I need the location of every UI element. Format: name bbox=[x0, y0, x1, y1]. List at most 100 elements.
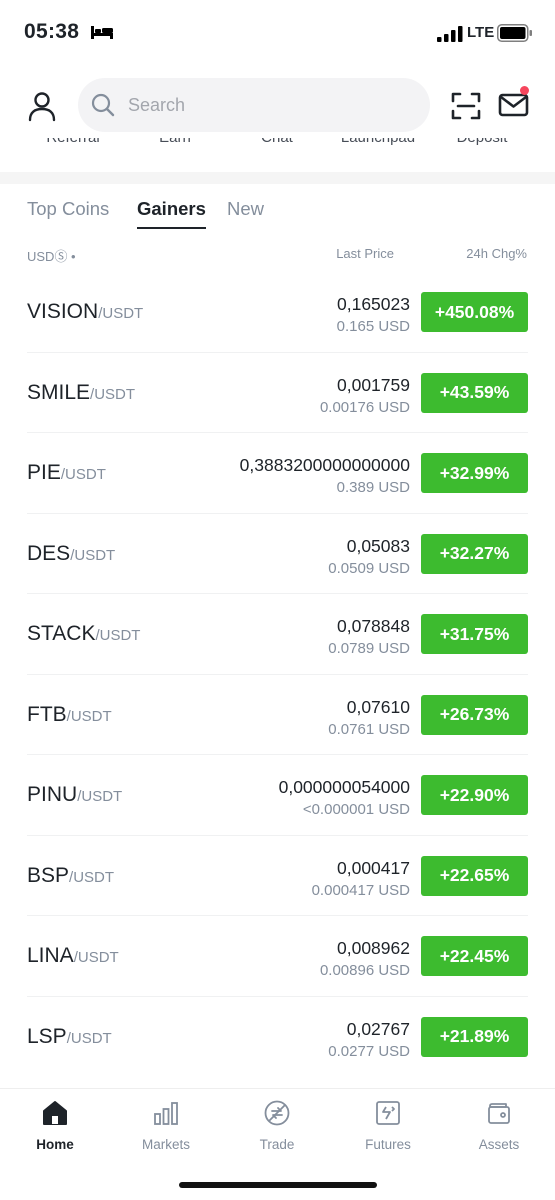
price-usd: 0.0761 USD bbox=[328, 720, 410, 738]
active-tab-indicator bbox=[137, 227, 206, 229]
scan-icon[interactable] bbox=[450, 90, 482, 122]
wallet-icon bbox=[488, 1103, 510, 1124]
pair-quote: /USDT bbox=[95, 627, 141, 644]
nav-label: Trade bbox=[259, 1137, 295, 1152]
home-icon bbox=[43, 1101, 67, 1125]
price-usd: 0.00176 USD bbox=[319, 398, 410, 416]
pair-quote: /USDT bbox=[60, 466, 106, 483]
pair-base: LINA bbox=[27, 944, 74, 967]
change-badge[interactable]: +26.73% bbox=[421, 694, 528, 735]
price-usd: 0.0789 USD bbox=[328, 640, 410, 657]
search-input[interactable] bbox=[128, 78, 418, 132]
change-badge[interactable]: +22.65% bbox=[421, 855, 528, 896]
nav-label: Assets bbox=[478, 1137, 520, 1152]
trading-pair: PIE/USDT bbox=[27, 461, 106, 485]
tab-gainers-label: Gainers bbox=[137, 198, 206, 219]
change-header[interactable]: 24h Chg% bbox=[466, 246, 527, 261]
market-row[interactable]: LINA/USDT 0,008962 0.00896 USD +22.45% bbox=[0, 916, 555, 997]
trading-pair: VISION/USDT bbox=[27, 300, 143, 324]
market-row[interactable]: PINU/USDT 0,000000054000 <0.000001 USD +… bbox=[0, 755, 555, 836]
trading-pair: FTB/USDT bbox=[27, 703, 112, 727]
market-row[interactable]: LSP/USDT 0,02767 0.0277 USD +21.89% bbox=[0, 997, 555, 1078]
market-row[interactable]: VISION/USDT 0,165023 0.165 USD +450.08% bbox=[0, 272, 555, 353]
pair-base: BSP bbox=[27, 863, 70, 887]
tab-gainers[interactable]: Gainers bbox=[137, 198, 206, 229]
bed-icon bbox=[91, 26, 113, 39]
last-price: 0,001759 bbox=[337, 374, 410, 395]
pair-base: LSP bbox=[27, 1024, 67, 1048]
price-usd: 0.0277 USD bbox=[328, 1042, 410, 1060]
last-price: 0,05083 bbox=[346, 535, 410, 556]
market-row[interactable]: FTB/USDT 0,07610 0.0761 USD +26.73% bbox=[0, 675, 555, 756]
shortcut-label[interactable]: Referral bbox=[18, 138, 128, 146]
battery-icon bbox=[497, 24, 532, 42]
last-price: 0,078848 bbox=[337, 616, 410, 636]
price-usd: 0.000417 USD bbox=[311, 881, 410, 899]
change-badge[interactable]: +22.90% bbox=[421, 775, 528, 815]
last-price: 0,008962 bbox=[337, 938, 410, 958]
notification-dot bbox=[520, 86, 529, 95]
trading-pair: STACK/USDT bbox=[27, 622, 140, 646]
shortcut-label[interactable]: Deposit bbox=[427, 138, 537, 146]
change-badge[interactable]: +21.89% bbox=[421, 1016, 528, 1057]
market-row[interactable]: BSP/USDT 0,000417 0.000417 USD +22.65% bbox=[0, 836, 555, 917]
pair-quote: /USDT bbox=[73, 949, 119, 966]
trading-pair: BSP/USDT bbox=[27, 864, 114, 888]
price-usd: 0.389 USD bbox=[336, 479, 410, 496]
nav-label: Home bbox=[36, 1137, 74, 1152]
trading-pair: LSP/USDT bbox=[27, 1025, 112, 1049]
tab-new[interactable]: New bbox=[227, 198, 264, 220]
pair-base: PINU bbox=[27, 783, 78, 806]
nav-home[interactable]: Home bbox=[0, 1099, 110, 1165]
pair-quote: /USDT bbox=[70, 546, 116, 564]
nav-markets[interactable]: Markets bbox=[111, 1099, 221, 1165]
last-price: 0,07610 bbox=[346, 696, 410, 717]
market-row[interactable]: STACK/USDT 0,078848 0.0789 USD +31.75% bbox=[0, 594, 555, 675]
shortcut-label[interactable]: Launchpad bbox=[323, 138, 433, 146]
market-row[interactable]: SMILE/USDT 0,001759 0.00176 USD +43.59% bbox=[0, 353, 555, 434]
change-badge[interactable]: +31.75% bbox=[421, 614, 528, 654]
last-price: 0,02767 bbox=[346, 1018, 410, 1039]
nav-trade[interactable]: Trade bbox=[222, 1099, 332, 1165]
pair-quote: /USDT bbox=[69, 868, 115, 886]
search-bar[interactable] bbox=[78, 78, 430, 132]
change-badge[interactable]: +32.99% bbox=[421, 453, 528, 493]
user-icon[interactable] bbox=[26, 90, 58, 122]
last-price: 0,3883200000000000 bbox=[239, 455, 410, 475]
nav-assets[interactable]: Assets bbox=[444, 1099, 554, 1165]
last-price: 0,165023 bbox=[337, 294, 410, 314]
trading-pair: SMILE/USDT bbox=[27, 381, 135, 405]
shortcut-label[interactable]: Earn bbox=[120, 138, 230, 146]
pair-base: DES bbox=[27, 541, 71, 565]
pair-quote: /USDT bbox=[98, 305, 144, 322]
market-row[interactable]: DES/USDT 0,05083 0.0509 USD +32.27% bbox=[0, 514, 555, 595]
status-time: 05:38 bbox=[24, 20, 80, 43]
market-list: VISION/USDT 0,165023 0.165 USD +450.08% … bbox=[0, 272, 555, 1077]
trading-pair: LINA/USDT bbox=[27, 944, 119, 968]
price-usd: 0.00896 USD bbox=[319, 962, 410, 979]
pair-base: VISION bbox=[27, 300, 99, 323]
trading-pair: DES/USDT bbox=[27, 542, 115, 566]
pair-quote: /USDT bbox=[90, 385, 136, 403]
price-usd: 0.0509 USD bbox=[328, 559, 410, 577]
change-badge[interactable]: +43.59% bbox=[421, 372, 528, 413]
signal-bars-icon bbox=[437, 26, 463, 42]
currency-selector[interactable]: USDⓈ • bbox=[27, 246, 76, 265]
shortcut-label[interactable]: Chat bbox=[222, 138, 332, 146]
change-badge[interactable]: +450.08% bbox=[421, 292, 528, 332]
pair-base: STACK bbox=[27, 622, 96, 645]
nav-label: Markets bbox=[141, 1137, 190, 1152]
tab-top-coins[interactable]: Top Coins bbox=[27, 198, 109, 220]
markets-icon bbox=[154, 1102, 178, 1125]
change-badge[interactable]: +22.45% bbox=[421, 936, 528, 976]
price-usd: 0.165 USD bbox=[336, 318, 410, 335]
market-row[interactable]: PIE/USDT 0,3883200000000000 0.389 USD +3… bbox=[0, 433, 555, 514]
home-indicator[interactable] bbox=[179, 1182, 377, 1188]
pair-quote: /USDT bbox=[77, 788, 123, 805]
nav-futures[interactable]: Futures bbox=[333, 1099, 443, 1165]
mail-button[interactable] bbox=[497, 86, 531, 122]
shortcut-row: Referral Earn Chat Launchpad Deposit bbox=[0, 138, 555, 152]
search-icon bbox=[91, 93, 115, 117]
last-price-header[interactable]: Last Price bbox=[336, 246, 394, 261]
change-badge[interactable]: +32.27% bbox=[421, 533, 528, 574]
